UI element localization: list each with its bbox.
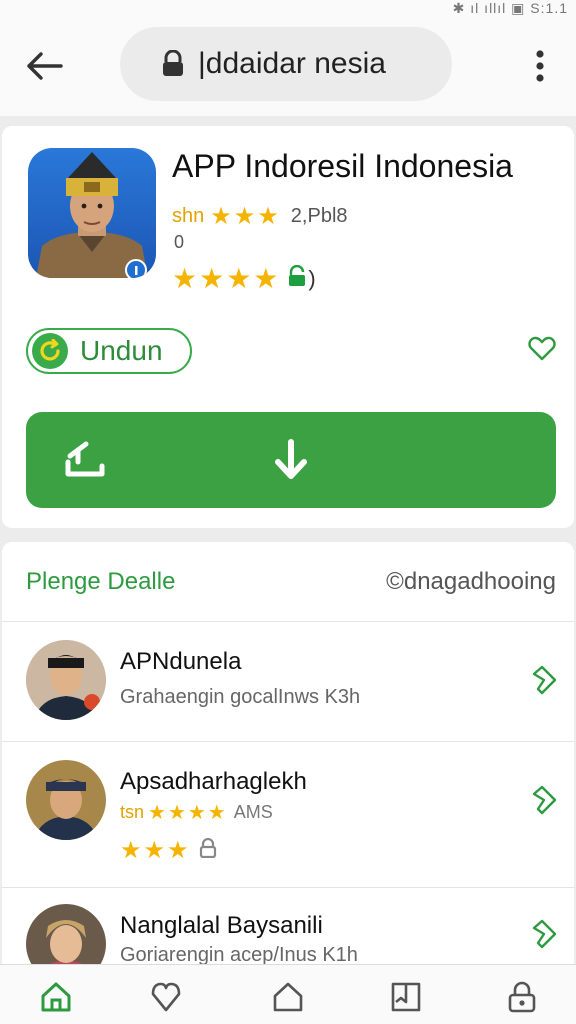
house-outline-icon — [273, 982, 303, 1012]
item-name: Nanglalal Baysanili — [120, 912, 323, 939]
arrow-left-icon — [27, 52, 63, 80]
address-bar[interactable]: |ddaidar nesia — [120, 27, 452, 101]
related-apps-card: Plenge Dealle ©dnagadhooing APNdunela Gr… — [2, 542, 574, 1024]
nav-account[interactable] — [504, 979, 540, 1015]
small-number: 0 — [174, 232, 185, 252]
item-action-button[interactable] — [522, 660, 562, 700]
book-icon — [391, 982, 421, 1012]
section-header: Plenge Dealle ©dnagadhooing — [2, 542, 574, 622]
secondary-rating-row: ★★★★ ) — [172, 263, 316, 294]
item-rating-row: tsn ★★★★ AMS — [120, 800, 273, 825]
url-text: |ddaidar nesia — [198, 47, 386, 80]
back-button[interactable] — [20, 44, 68, 88]
chip-label: Undun — [80, 335, 163, 366]
browser-top-bar: |ddaidar nesia — [0, 16, 576, 116]
download-arrow-icon — [272, 438, 310, 487]
more-vertical-icon — [536, 50, 544, 82]
refresh-icon — [32, 333, 68, 369]
item-rating-label: tsn — [120, 802, 145, 822]
green-lock-icon — [286, 264, 308, 293]
rating-count: 2,Pbl8 — [290, 205, 348, 227]
nav-apps[interactable] — [270, 979, 306, 1015]
app-title: APP Indoresil Indonesia — [172, 148, 513, 184]
avatar — [26, 760, 106, 840]
list-item[interactable]: Apsadharhaglekh tsn ★★★★ AMS ★★★ — [2, 742, 574, 888]
avatar — [26, 640, 106, 720]
nav-library[interactable] — [388, 979, 424, 1015]
share-icon — [62, 440, 108, 485]
secondary-stars: ★★★★ — [172, 263, 281, 294]
app-detail-card: APP Indoresil Indonesia shn ★★★ 2,Pbl8 0… — [2, 126, 574, 528]
app-icon[interactable] — [28, 148, 156, 278]
list-item[interactable]: APNdunela Grahaengin gocalInws K3h — [2, 622, 574, 742]
item-secondary-rating: ★★★ — [120, 836, 217, 865]
bottom-navigation — [0, 964, 576, 1024]
item-name: APNdunela — [120, 648, 242, 675]
more-menu-button[interactable] — [524, 46, 556, 86]
heart-icon — [151, 982, 181, 1012]
item-secondary-stars: ★★★ — [120, 837, 191, 864]
gray-lock-icon — [199, 837, 217, 863]
section-title: Plenge Dealle — [26, 568, 176, 595]
item-rating-count: AMS — [233, 802, 273, 822]
tag-icon — [532, 919, 557, 949]
app-rating-row: shn ★★★ 2,Pbl8 — [172, 202, 348, 231]
lock-icon — [508, 981, 536, 1013]
tag-icon — [532, 665, 557, 695]
item-action-button[interactable] — [522, 780, 562, 820]
tag-icon — [532, 785, 557, 815]
heart-icon — [528, 336, 556, 361]
nav-home[interactable] — [38, 979, 74, 1015]
section-see-more-link[interactable]: ©dnagadhooing — [386, 568, 556, 596]
item-action-button[interactable] — [522, 914, 562, 954]
lock-icon — [160, 50, 186, 78]
rating-label: shn — [172, 205, 205, 227]
status-bar: ✱ ıl ıllıl ▣ S:1.1 — [0, 0, 576, 16]
item-name: Apsadharhaglekh — [120, 768, 307, 795]
status-indicators: ✱ ıl ıllıl ▣ S:1.1 — [452, 0, 568, 16]
item-stars: ★★★★ — [148, 802, 228, 824]
item-subtitle: Grahaengin gocalInws K3h — [120, 686, 361, 708]
wishlist-button[interactable] — [522, 328, 562, 368]
rating-stars: ★★★ — [210, 203, 281, 230]
install-button[interactable] — [26, 412, 556, 508]
download-chip[interactable]: Undun — [26, 328, 192, 374]
home-icon — [41, 982, 71, 1012]
nav-wishlist[interactable] — [148, 979, 184, 1015]
